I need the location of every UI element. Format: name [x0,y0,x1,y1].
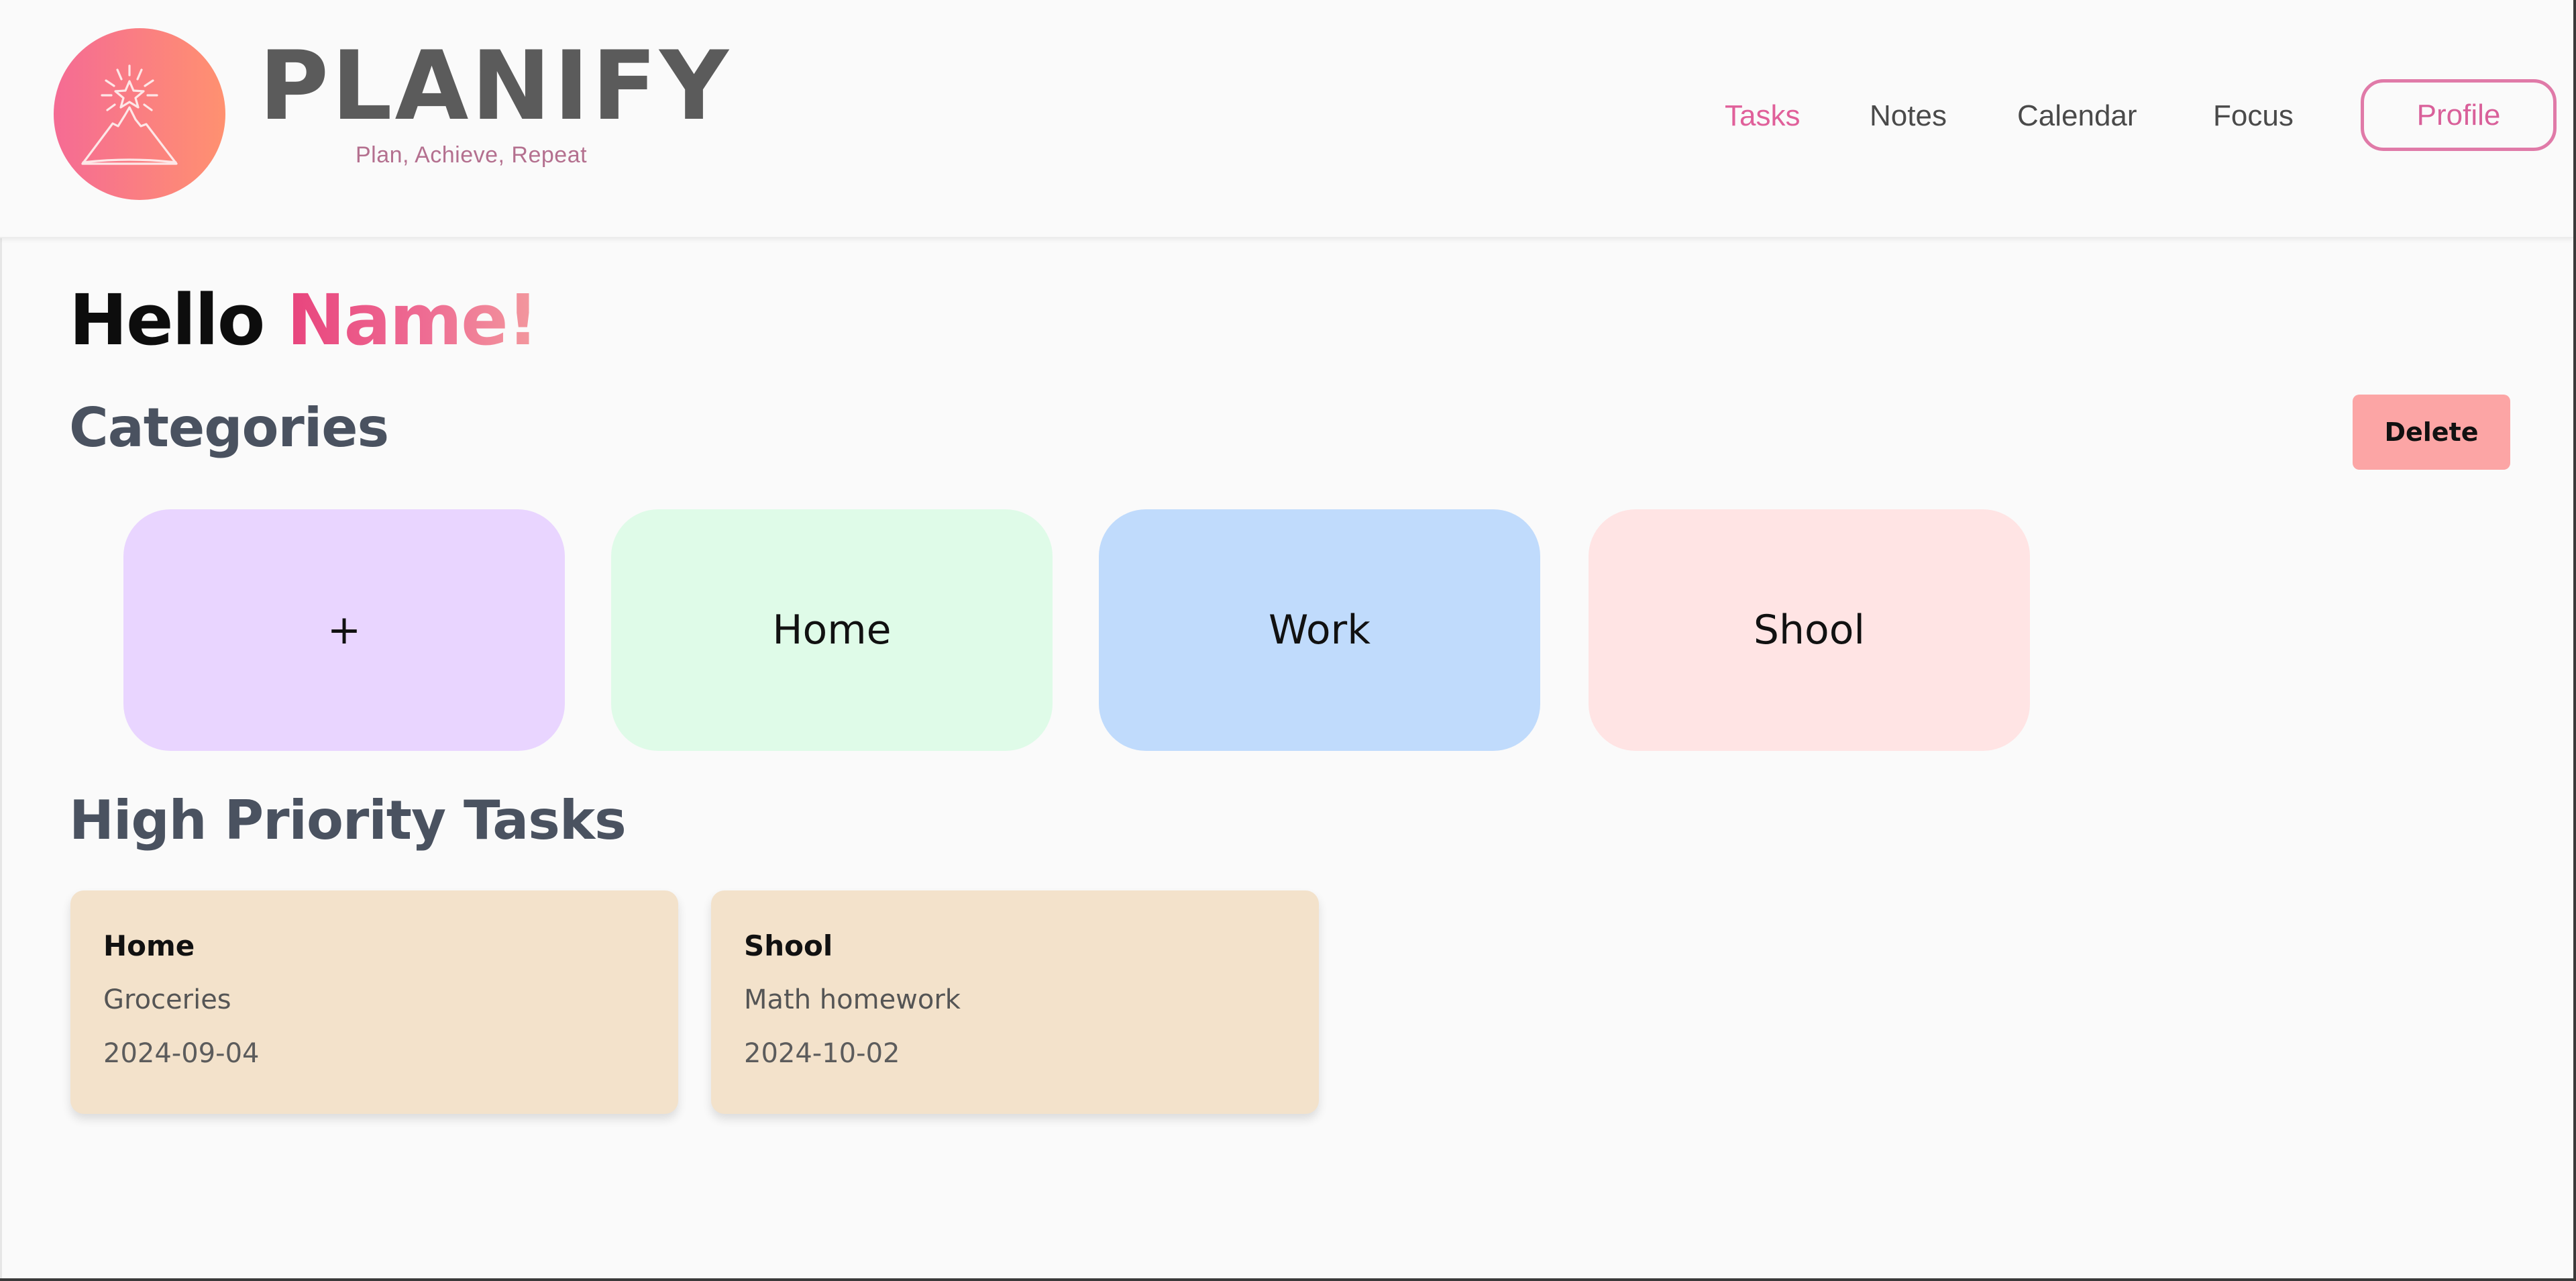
task-description: Math homework [744,984,961,1015]
nav-tasks[interactable]: Tasks [1725,97,1800,135]
task-category: Shool [744,929,833,962]
nav-calendar[interactable]: Calendar [2017,97,2137,135]
category-tile-shool[interactable]: Shool [1589,509,2030,751]
delete-button[interactable]: Delete [2353,395,2510,470]
category-tile-work[interactable]: Work [1099,509,1540,751]
nav-notes[interactable]: Notes [1870,97,1947,135]
task-category: Home [103,929,195,962]
task-card[interactable]: Home Groceries 2024-09-04 [70,890,678,1114]
category-label: Shool [1753,607,1866,654]
mountain-star-icon [81,64,178,165]
brand-tagline: Plan, Achieve, Repeat [356,142,588,168]
add-category-tile[interactable]: + [123,509,565,751]
category-label: Home [772,607,892,654]
categories-title: Categories [69,397,389,459]
window-border-bottom [0,1278,2576,1281]
task-date: 2024-09-04 [103,1038,260,1069]
nav-focus[interactable]: Focus [2213,97,2294,135]
profile-button[interactable]: Profile [2361,79,2557,151]
greeting-name: Name! [286,279,539,361]
greeting-hello: Hello [69,279,265,361]
logo[interactable] [54,28,225,200]
greeting-heading: Hello Name! [69,278,539,362]
task-date: 2024-10-02 [744,1038,900,1069]
top-navbar: PLANIFY Plan, Achieve, Repeat Tasks Note… [0,0,2573,238]
task-description: Groceries [103,984,231,1015]
category-tile-home[interactable]: Home [611,509,1053,751]
task-card[interactable]: Shool Math homework 2024-10-02 [711,890,1319,1114]
plus-icon: + [327,607,362,654]
category-label: Work [1269,607,1371,654]
priority-tasks-title: High Priority Tasks [69,789,627,852]
window-border-right [2573,0,2576,1281]
brand-name: PLANIFY [259,31,731,142]
